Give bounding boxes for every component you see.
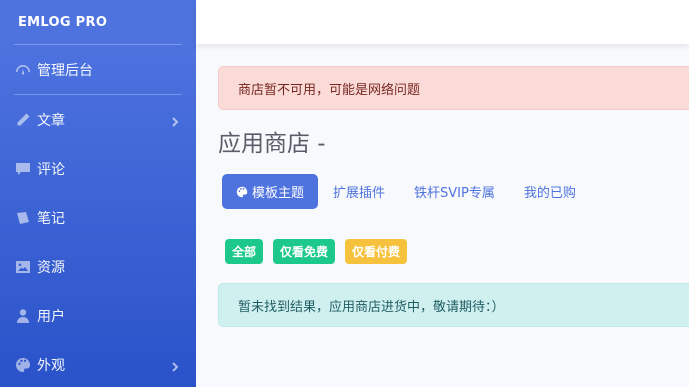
palette-icon <box>236 186 248 198</box>
sidebar-item-label: 笔记 <box>37 210 65 227</box>
tab-label: 模板主题 <box>252 186 305 201</box>
sidebar-item-appearance[interactable]: 外观 <box>0 340 196 387</box>
chevron-right-icon <box>170 115 180 127</box>
image-icon <box>15 259 31 275</box>
page-title: 应用商店 - <box>218 131 326 157</box>
palette-icon <box>15 357 31 373</box>
user-icon <box>15 308 31 324</box>
sidebar-item-articles[interactable]: 文章 <box>0 95 196 144</box>
sidebar-item-dashboard[interactable]: 管理后台 <box>0 45 196 94</box>
error-alert: 商店暂不可用，可能是网络问题 <box>218 66 689 110</box>
sidebar-item-notes[interactable]: 笔记 <box>0 193 196 242</box>
info-alert: 暂未找到结果，应用商店进货中，敬请期待：） <box>218 283 689 327</box>
brand-title[interactable]: EMLOG PRO <box>0 0 196 44</box>
tab-themes[interactable]: 模板主题 <box>222 174 319 209</box>
tab-purchased[interactable]: 我的已购 <box>510 174 590 209</box>
speedometer-icon <box>15 62 31 78</box>
tab-svip[interactable]: 铁杆SVIP专属 <box>400 174 509 209</box>
sidebar-item-comments[interactable]: 评论 <box>0 144 196 193</box>
store-tabs: 模板主题 扩展插件 铁杆SVIP专属 我的已购 <box>222 174 591 209</box>
sidebar-item-label: 资源 <box>37 259 65 276</box>
tab-plugins[interactable]: 扩展插件 <box>319 174 399 209</box>
sidebar-item-label: 外观 <box>37 357 65 374</box>
topbar <box>196 0 689 44</box>
sidebar-item-label: 评论 <box>37 161 65 178</box>
sidebar-item-users[interactable]: 用户 <box>0 291 196 340</box>
sticky-note-icon <box>15 210 31 226</box>
filter-all-badge[interactable]: 全部 <box>225 239 264 264</box>
sidebar-item-resources[interactable]: 资源 <box>0 242 196 291</box>
sidebar-item-label: 管理后台 <box>37 62 93 79</box>
filter-paid-badge[interactable]: 仅看付费 <box>345 239 408 264</box>
filter-free-badge[interactable]: 仅看免费 <box>273 239 336 264</box>
sidebar: EMLOG PRO 管理后台 文章 评论 笔记 资源 用户 外观 <box>0 0 196 387</box>
price-filters: 全部 仅看免费 仅看付费 <box>225 239 417 264</box>
chevron-right-icon <box>170 360 180 372</box>
pencil-icon <box>15 112 31 128</box>
sidebar-item-label: 文章 <box>37 112 65 129</box>
sidebar-item-label: 用户 <box>37 308 65 325</box>
comment-icon <box>15 161 31 177</box>
